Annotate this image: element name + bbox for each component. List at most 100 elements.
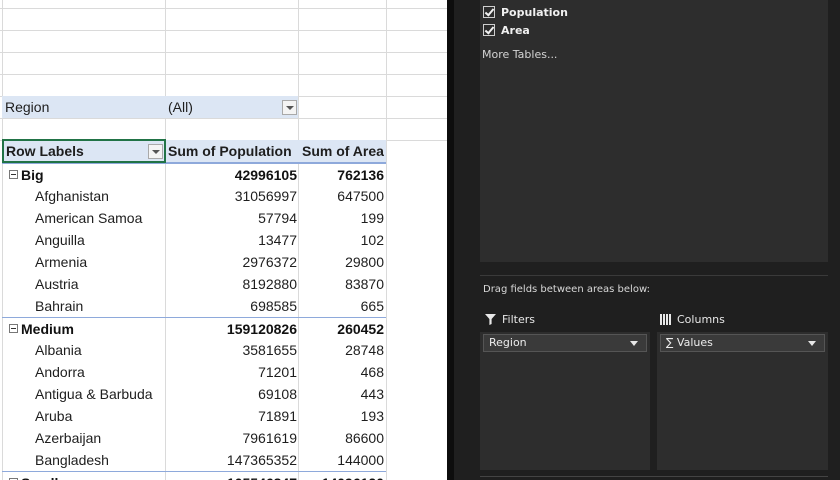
- area-value: 29800: [345, 254, 384, 270]
- checkbox-checked-icon[interactable]: [483, 24, 495, 36]
- population-value: 8192880: [242, 276, 297, 292]
- pane-separator: [480, 275, 828, 276]
- population-value: 71201: [258, 364, 297, 380]
- pivot-item-row[interactable]: Bangladesh 147365352 144000: [2, 449, 386, 471]
- area-value: 102: [360, 232, 384, 248]
- population-value: 159120826: [226, 321, 297, 337]
- item-label: Aruba: [35, 408, 73, 424]
- area-value: 199: [360, 210, 384, 226]
- field-label: Area: [501, 23, 530, 37]
- pivot-header-row: Row Labels Sum of Population Sum of Area: [2, 139, 386, 163]
- columns-label: Columns: [677, 313, 725, 326]
- area-value: 193: [360, 408, 384, 424]
- pivot-item-row[interactable]: Azerbaijan 7961619 86600: [2, 427, 386, 449]
- population-header[interactable]: Sum of Population: [168, 140, 292, 162]
- field-item-area[interactable]: Area: [483, 22, 530, 38]
- chevron-down-icon[interactable]: [630, 341, 638, 346]
- group-label: Small: [21, 472, 58, 480]
- pivot-item-row[interactable]: Austria 8192880 83870: [2, 273, 386, 295]
- area-value: 762136: [337, 167, 384, 183]
- filter-label: Region: [5, 99, 50, 115]
- columns-field-label: ∑ Values: [666, 336, 713, 349]
- item-label: American Samoa: [35, 210, 143, 226]
- filter-value[interactable]: (All): [168, 96, 193, 118]
- population-value: 698585: [250, 298, 297, 314]
- filters-field-label: Region: [489, 336, 527, 349]
- population-value: 57794: [258, 210, 297, 226]
- pivot-item-row[interactable]: Antigua & Barbuda 69108 443: [2, 383, 386, 405]
- item-label: Austria: [35, 276, 79, 292]
- area-value: 14096120: [298, 472, 384, 480]
- grid-line: [0, 52, 447, 53]
- collapse-toggle-icon[interactable]: [9, 324, 18, 333]
- filters-area-box[interactable]: Region: [480, 332, 650, 470]
- filter-dropdown-button[interactable]: [282, 100, 297, 115]
- grid-line: [0, 8, 447, 9]
- columns-area-box[interactable]: ∑ Values: [657, 332, 828, 470]
- pane-divider[interactable]: [447, 0, 454, 480]
- item-label: Antigua & Barbuda: [35, 386, 153, 402]
- pivot-item-row[interactable]: Bahrain 698585 665: [2, 295, 386, 317]
- pivot-item-row[interactable]: Armenia 2976372 29800: [2, 251, 386, 273]
- pivot-item-row[interactable]: Afghanistan 31056997 647500: [2, 185, 386, 207]
- filters-label: Filters: [502, 313, 535, 326]
- population-value: 2976372: [242, 254, 297, 270]
- population-value: 7961619: [242, 430, 297, 446]
- item-label: Bangladesh: [35, 452, 109, 468]
- pivot-item-row[interactable]: Anguilla 13477 102: [2, 229, 386, 251]
- collapse-toggle-icon[interactable]: [9, 170, 18, 179]
- report-filter-row: Region (All): [2, 96, 298, 118]
- population-value: 31056997: [234, 188, 297, 204]
- population-value: 3581655: [242, 342, 297, 358]
- columns-field-pill[interactable]: ∑ Values: [660, 334, 825, 352]
- area-header[interactable]: Sum of Area: [302, 140, 384, 162]
- pivot-field-pane: Population Area More Tables... Drag fiel…: [454, 0, 840, 480]
- item-label: Andorra: [35, 364, 85, 380]
- row-labels-dropdown-button[interactable]: [148, 144, 163, 159]
- pivot-group-row[interactable]: Big 42996105 762136: [2, 163, 386, 185]
- spreadsheet-grid[interactable]: Region (All) Row Labels Sum of Populatio…: [0, 0, 447, 480]
- population-value: 69108: [258, 386, 297, 402]
- pivot-item-row[interactable]: American Samoa 57794 199: [2, 207, 386, 229]
- population-value: 105546847: [165, 472, 297, 480]
- more-tables-link[interactable]: More Tables...: [482, 48, 557, 61]
- area-value: 647500: [337, 188, 384, 204]
- item-label: Anguilla: [35, 232, 85, 248]
- population-value: 13477: [258, 232, 297, 248]
- pivot-item-row[interactable]: Albania 3581655 28748: [2, 339, 386, 361]
- pivot-item-row[interactable]: Aruba 71891 193: [2, 405, 386, 427]
- pivot-group-row[interactable]: Medium 159120826 260452: [2, 317, 386, 339]
- area-value: 144000: [337, 452, 384, 468]
- field-list: Population Area More Tables...: [480, 0, 828, 262]
- columns-icon: [660, 314, 671, 325]
- group-label: Big: [21, 167, 44, 183]
- item-label: Azerbaijan: [35, 430, 102, 446]
- grid-line: [0, 74, 447, 75]
- area-value: 468: [360, 364, 384, 380]
- pivot-item-row[interactable]: Andorra 71201 468: [2, 361, 386, 383]
- field-label: Population: [501, 5, 568, 19]
- filters-field-pill[interactable]: Region: [483, 334, 647, 352]
- pane-bottom-border: [480, 476, 828, 477]
- checkbox-checked-icon[interactable]: [483, 6, 495, 18]
- area-value: 665: [360, 298, 384, 314]
- field-item-population[interactable]: Population: [483, 4, 568, 20]
- item-label: Afghanistan: [35, 188, 109, 204]
- grid-line: [386, 0, 387, 480]
- item-label: Albania: [35, 342, 82, 358]
- area-value: 28748: [345, 342, 384, 358]
- drag-hint-text: Drag fields between areas below:: [483, 284, 650, 295]
- item-label: Armenia: [35, 254, 88, 270]
- row-labels-header[interactable]: Row Labels: [6, 140, 84, 162]
- area-value: 86600: [345, 430, 384, 446]
- population-value: 71891: [258, 408, 297, 424]
- chevron-down-icon[interactable]: [808, 341, 816, 346]
- grid-line: [0, 118, 447, 119]
- area-value: 260452: [337, 321, 384, 337]
- item-label: Bahrain: [35, 298, 84, 314]
- grid-line: [0, 30, 447, 31]
- population-value: 147365352: [226, 452, 297, 468]
- columns-area-header: Columns: [660, 313, 725, 326]
- area-value: 443: [360, 386, 384, 402]
- pivot-group-row[interactable]: Small 10554684714096120: [2, 471, 386, 480]
